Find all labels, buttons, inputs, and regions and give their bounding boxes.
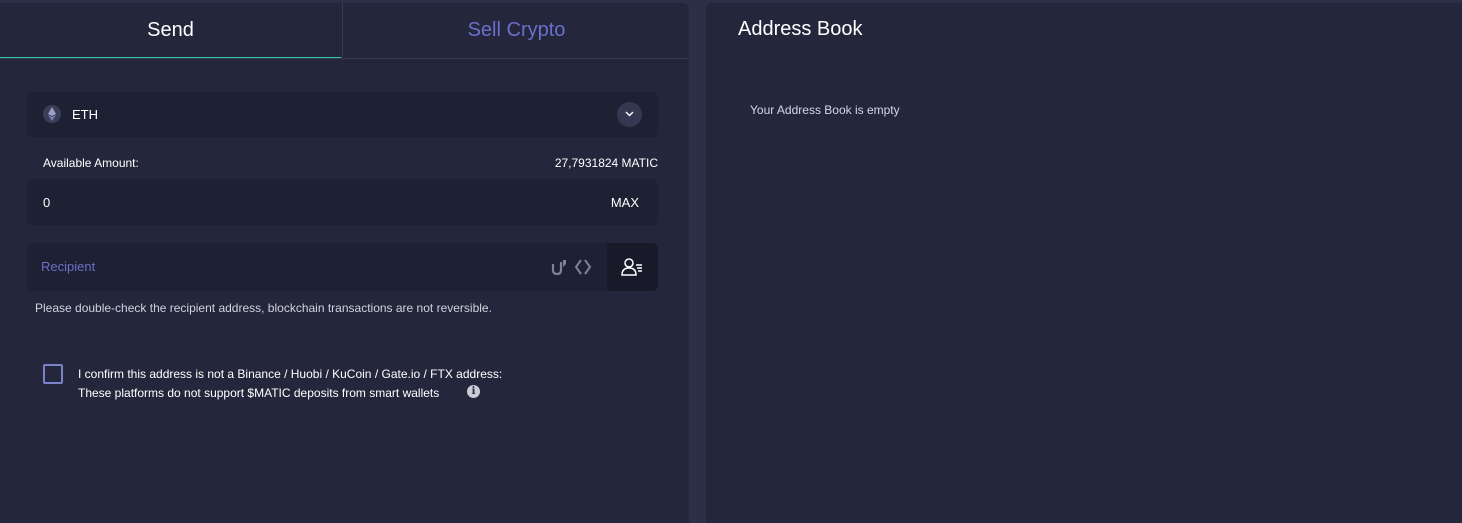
address-book-panel: Address Book Your Address Book is empty xyxy=(706,3,1462,523)
amount-field[interactable]: 0 MAX xyxy=(27,179,658,225)
confirm-checkbox[interactable] xyxy=(43,364,63,384)
recipient-input[interactable]: Recipient xyxy=(41,259,95,274)
confirm-text-line2: These platforms do not support $MATIC de… xyxy=(78,386,440,400)
tab-bar: Send Sell Crypto xyxy=(0,3,689,59)
address-book-empty-message: Your Address Book is empty xyxy=(750,103,900,117)
address-book-title: Address Book xyxy=(738,18,863,40)
max-button[interactable]: MAX xyxy=(611,195,639,210)
send-panel: Send Sell Crypto ETH Available Amount: 2… xyxy=(0,3,689,523)
tab-sell-crypto[interactable]: Sell Crypto xyxy=(342,3,690,58)
amount-input[interactable]: 0 xyxy=(43,195,50,210)
chevron-down-icon[interactable] xyxy=(617,102,642,127)
unstoppable-domains-icon[interactable] xyxy=(550,258,568,281)
token-select-value: ETH xyxy=(72,107,98,122)
code-icon[interactable] xyxy=(574,258,592,281)
address-book-button[interactable] xyxy=(607,243,658,291)
confirm-text-line1: I confirm this address is not a Binance … xyxy=(78,367,503,381)
recipient-field: Recipient xyxy=(27,243,658,291)
ethereum-icon xyxy=(43,105,61,123)
recipient-warning: Please double-check the recipient addres… xyxy=(35,301,492,315)
info-icon[interactable]: i xyxy=(467,385,480,398)
available-amount-label: Available Amount: xyxy=(43,156,139,170)
tab-send[interactable]: Send xyxy=(0,3,341,58)
token-select[interactable]: ETH xyxy=(27,92,658,137)
available-amount-value: 27,7931824 MATIC xyxy=(554,156,658,170)
contact-list-icon xyxy=(621,258,642,276)
